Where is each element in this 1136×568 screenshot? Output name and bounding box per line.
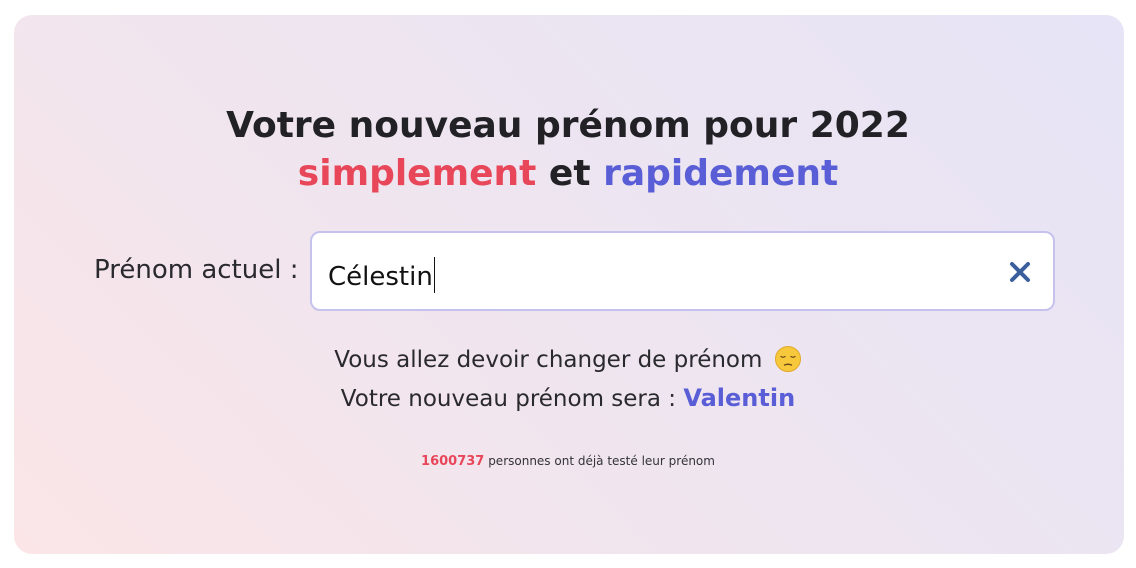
new-name-prefix: Votre nouveau prénom sera : (340, 386, 677, 412)
headline-word-simply: simplement (297, 153, 537, 194)
current-name-input[interactable]: Célestin (310, 231, 1055, 311)
headline-connector: et (548, 153, 591, 194)
headline: Votre nouveau prénom pour 2022 simplemen… (0, 102, 1136, 198)
change-name-text: Vous allez devoir changer de prénom (334, 347, 763, 373)
change-name-message: Vous allez devoir changer de prénom (0, 345, 1136, 373)
new-name-message: Votre nouveau prénom sera : Valentin (0, 384, 1136, 412)
clear-input-button[interactable] (1007, 259, 1033, 285)
tested-count-suffix: personnes ont déjà testé leur prénom (488, 454, 715, 468)
headline-subtitle: simplement et rapidement (0, 150, 1136, 198)
stats-footer: 1600737 personnes ont déjà testé leur pr… (0, 454, 1136, 469)
new-name-value: Valentin (683, 384, 796, 412)
current-name-value: Célestin (328, 257, 436, 293)
current-name-label: Prénom actuel : (94, 255, 299, 285)
tested-count: 1600737 (421, 454, 485, 469)
pensive-face-emoji-icon (774, 346, 801, 372)
current-name-text: Célestin (328, 262, 433, 292)
text-caret (433, 257, 436, 293)
headline-title: Votre nouveau prénom pour 2022 (226, 105, 910, 146)
close-icon (1010, 262, 1030, 282)
headline-word-quickly: rapidement (603, 153, 839, 194)
